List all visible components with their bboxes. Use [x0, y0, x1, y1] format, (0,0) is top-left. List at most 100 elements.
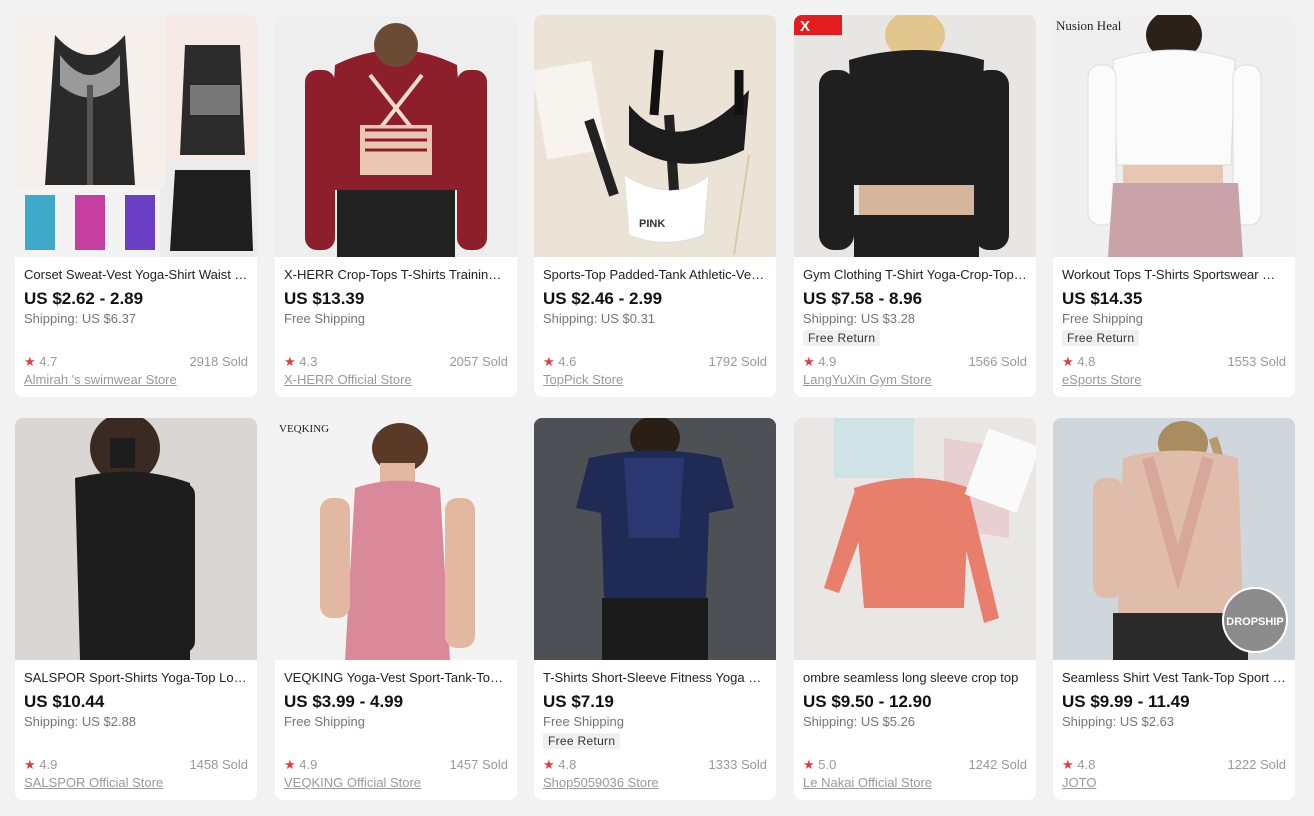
- product-info: X-HERR Crop-Tops T-Shirts Training Yoga …: [284, 267, 508, 327]
- shipping-info: Shipping: US $6.37: [24, 311, 137, 326]
- store-link[interactable]: TopPick Store: [543, 372, 623, 387]
- store-link[interactable]: JOTO: [1062, 775, 1096, 790]
- product-title[interactable]: Gym Clothing T-Shirt Yoga-Crop-Top Seaml…: [803, 267, 1027, 283]
- product-info: VEQKING Yoga-Vest Sport-Tank-Tops Women …: [284, 670, 508, 730]
- store-link[interactable]: eSports Store: [1062, 372, 1142, 387]
- sold-count: 1457 Sold: [449, 757, 508, 772]
- product-grid: Corset Sweat-Vest Yoga-Shirt Waist Train…: [0, 0, 1314, 816]
- sold-count: 2918 Sold: [189, 354, 248, 369]
- shipping-info: Free Shipping: [284, 714, 365, 729]
- product-title[interactable]: Workout Tops T-Shirts Sportswear Women: [1062, 267, 1286, 283]
- product-price: US $7.58 - 8.96: [803, 289, 923, 308]
- product-info: T-Shirts Short-Sleeve Fitness Yoga Women…: [543, 670, 767, 750]
- product-info: Workout Tops T-Shirts Sportswear Women U…: [1062, 267, 1286, 347]
- product-price: US $10.44: [24, 692, 105, 711]
- star-icon: ★: [543, 354, 555, 369]
- image-text: VEQKING: [279, 423, 329, 435]
- product-card[interactable]: Nusion Heal Workout Tops T-Shirts Sports…: [1053, 15, 1295, 397]
- product-card[interactable]: SALSPOR Sport-Shirts Yoga-Top Long Sleev…: [15, 418, 257, 800]
- store-link[interactable]: VEQKING Official Store: [284, 775, 421, 790]
- rating-value: 5.0: [818, 757, 837, 772]
- product-title[interactable]: Corset Sweat-Vest Yoga-Shirt Waist Train…: [24, 267, 248, 283]
- shipping-info: Free Shipping: [284, 311, 365, 326]
- star-icon: ★: [543, 757, 555, 772]
- product-image[interactable]: Nusion Heal: [1053, 15, 1295, 257]
- product-card[interactable]: DROPSHIP Seamless Shirt Vest Tank-Top Sp…: [1053, 418, 1295, 800]
- product-title[interactable]: SALSPOR Sport-Shirts Yoga-Top Long Sleev…: [24, 670, 248, 686]
- product-info: Seamless Shirt Vest Tank-Top Sport Women…: [1062, 670, 1286, 730]
- product-image[interactable]: [534, 418, 776, 660]
- product-title[interactable]: VEQKING Yoga-Vest Sport-Tank-Tops Women: [284, 670, 508, 686]
- free-return-badge: Free Return: [803, 330, 881, 346]
- store-link[interactable]: LangYuXin Gym Store: [803, 372, 932, 387]
- rating-value: 4.9: [39, 757, 58, 772]
- free-return-badge: Free Return: [1062, 330, 1140, 346]
- product-image[interactable]: VEQKING: [275, 418, 517, 660]
- sold-count: 1242 Sold: [968, 757, 1027, 772]
- shipping-info: Shipping: US $3.28: [803, 311, 916, 326]
- shipping-info: Shipping: US $0.31: [543, 311, 656, 326]
- sold-count: 1333 Sold: [708, 757, 767, 772]
- product-card[interactable]: ombre seamless long sleeve crop top US $…: [794, 418, 1036, 800]
- store-link[interactable]: SALSPOR Official Store: [24, 775, 163, 790]
- star-icon: ★: [803, 757, 815, 772]
- sold-count: 1458 Sold: [189, 757, 248, 772]
- store-link[interactable]: X-HERR Official Store: [284, 372, 412, 387]
- product-title[interactable]: X-HERR Crop-Tops T-Shirts Training Yoga: [284, 267, 508, 283]
- rating-row: ★ 5.0 1242 Sold: [803, 757, 1027, 773]
- star-icon: ★: [284, 354, 296, 369]
- product-title[interactable]: T-Shirts Short-Sleeve Fitness Yoga Women: [543, 670, 767, 686]
- product-price: US $3.99 - 4.99: [284, 692, 404, 711]
- product-image[interactable]: X: [794, 15, 1036, 257]
- product-price: US $2.62 - 2.89: [24, 289, 144, 308]
- rating-value: 4.8: [1077, 354, 1096, 369]
- product-card[interactable]: PINK Sports-Top Padded-Tank Athletic-Ves…: [534, 15, 776, 397]
- product-image[interactable]: PINK: [534, 15, 776, 257]
- product-price: US $7.19: [543, 692, 614, 711]
- store-link[interactable]: Le Nakai Official Store: [803, 775, 932, 790]
- star-icon: ★: [1062, 757, 1074, 772]
- shipping-info: Shipping: US $5.26: [803, 714, 916, 729]
- shipping-info: Shipping: US $2.88: [24, 714, 137, 729]
- rating-row: ★ 4.3 2057 Sold: [284, 354, 508, 370]
- product-title[interactable]: Sports-Top Padded-Tank Athletic-Vest Bra: [543, 267, 767, 283]
- product-price: US $14.35: [1062, 289, 1143, 308]
- product-image[interactable]: [15, 418, 257, 660]
- product-card[interactable]: X Gym Clothing T-Shirt Yoga-Crop-Top Sea…: [794, 15, 1036, 397]
- product-price: US $2.46 - 2.99: [543, 289, 663, 308]
- store-link[interactable]: Shop5059036 Store: [543, 775, 659, 790]
- shipping-info: Free Shipping: [1062, 311, 1143, 326]
- product-info: SALSPOR Sport-Shirts Yoga-Top Long Sleev…: [24, 670, 248, 730]
- product-card[interactable]: T-Shirts Short-Sleeve Fitness Yoga Women…: [534, 418, 776, 800]
- product-title[interactable]: ombre seamless long sleeve crop top: [803, 670, 1027, 686]
- rating-value: 4.6: [558, 354, 577, 369]
- star-icon: ★: [1062, 354, 1074, 369]
- product-image[interactable]: [275, 15, 517, 257]
- rating-row: ★ 4.7 2918 Sold: [24, 354, 248, 370]
- product-card[interactable]: Corset Sweat-Vest Yoga-Shirt Waist Train…: [15, 15, 257, 397]
- product-card[interactable]: VEQKING VEQKING Yoga-Vest Sport-Tank-Top…: [275, 418, 517, 800]
- star-icon: ★: [284, 757, 296, 772]
- product-price: US $9.99 - 11.49: [1062, 692, 1190, 711]
- product-title[interactable]: Seamless Shirt Vest Tank-Top Sport Women: [1062, 670, 1286, 686]
- sold-count: 1222 Sold: [1227, 757, 1286, 772]
- sold-count: 1566 Sold: [968, 354, 1027, 369]
- product-image[interactable]: [15, 15, 257, 257]
- product-image[interactable]: DROPSHIP: [1053, 418, 1295, 660]
- rating-row: ★ 4.9 1457 Sold: [284, 757, 508, 773]
- shipping-info: Shipping: US $2.63: [1062, 714, 1175, 729]
- image-text: PINK: [639, 218, 665, 230]
- rating-row: ★ 4.8 1333 Sold: [543, 757, 767, 773]
- product-info: Gym Clothing T-Shirt Yoga-Crop-Top Seaml…: [803, 267, 1027, 347]
- svg-text:X: X: [800, 18, 810, 35]
- store-link[interactable]: Almirah 's swimwear Store: [24, 372, 177, 387]
- product-card[interactable]: X-HERR Crop-Tops T-Shirts Training Yoga …: [275, 15, 517, 397]
- rating-row: ★ 4.6 1792 Sold: [543, 354, 767, 370]
- rating-value: 4.9: [818, 354, 837, 369]
- sold-count: 2057 Sold: [449, 354, 508, 369]
- rating-row: ★ 4.9 1458 Sold: [24, 757, 248, 773]
- product-image[interactable]: [794, 418, 1036, 660]
- rating-row: ★ 4.9 1566 Sold: [803, 354, 1027, 370]
- rating-value: 4.7: [39, 354, 58, 369]
- rating-value: 4.3: [299, 354, 318, 369]
